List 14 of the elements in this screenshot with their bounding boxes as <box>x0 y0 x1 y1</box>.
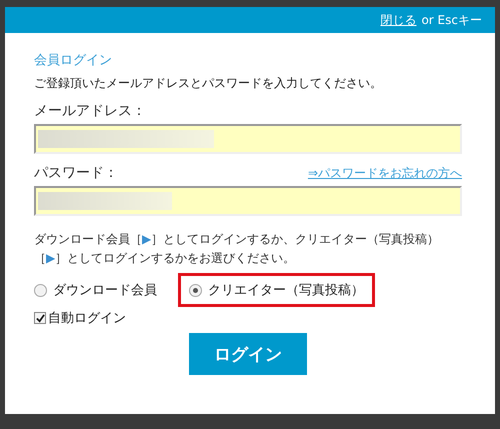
input-field[interactable] <box>34 124 462 154</box>
radio-button[interactable] <box>189 284 202 297</box>
intro-text: ご登録頂いたメールアドレスとパスワードを入力してください。 <box>34 75 383 92</box>
radio-option[interactable]: ダウンロード会員 <box>34 273 168 308</box>
input-field[interactable] <box>34 186 462 216</box>
field-label: メールアドレス： <box>34 102 146 120</box>
checkbox[interactable] <box>34 312 46 324</box>
close-hint: or Escキー <box>421 12 482 28</box>
dialog-title: 会員ログイン <box>34 52 113 69</box>
radio-button[interactable] <box>34 284 47 297</box>
auto-login-option[interactable]: 自動ログイン <box>34 309 462 328</box>
highlighted-option[interactable]: クリエイター（写真投稿） <box>178 273 375 308</box>
instruction-text: ダウンロード会員［▶］としてログインするか、クリエイター（写真投稿）［▶］としてログインするかをお選びください。 <box>34 231 440 267</box>
field-label: パスワード： <box>34 164 118 182</box>
